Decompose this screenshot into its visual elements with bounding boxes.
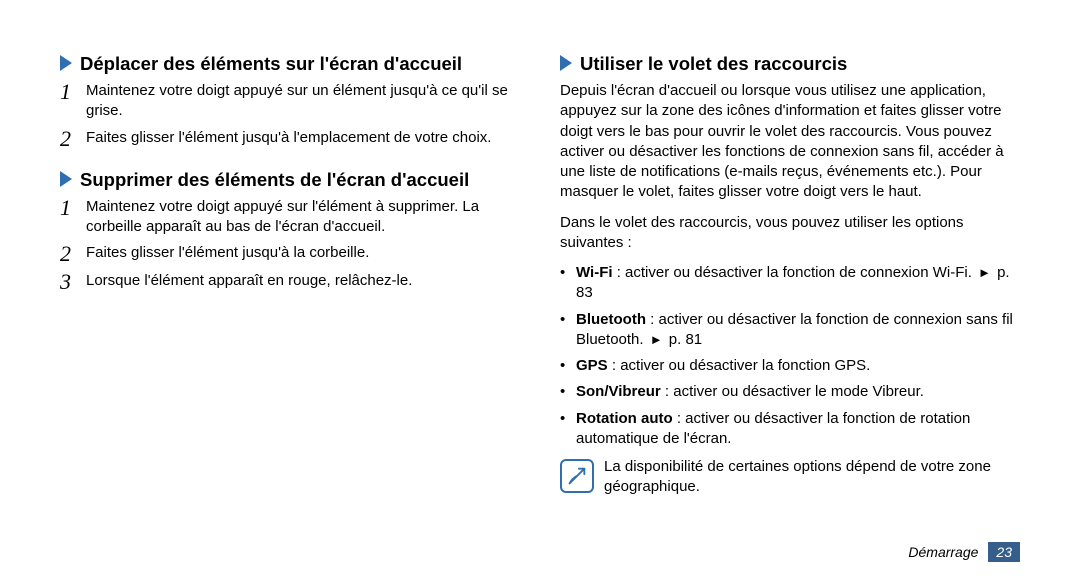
step-row: 2 Faites glisser l'élément jusqu'à la co… xyxy=(60,243,520,265)
page-footer: Démarrage 23 xyxy=(908,542,1020,562)
step-text: Maintenez votre doigt appuyé sur un élém… xyxy=(86,81,520,122)
step-number: 2 xyxy=(60,243,86,265)
option-label: Bluetooth xyxy=(576,311,646,328)
step-row: 1 Maintenez votre doigt appuyé sur l'élé… xyxy=(60,197,520,238)
option-label: Rotation auto xyxy=(576,410,673,427)
step-row: 2 Faites glisser l'élément jusqu'à l'emp… xyxy=(60,128,520,150)
section-heading-remove: Supprimer des éléments de l'écran d'accu… xyxy=(60,168,520,191)
step-text: Lorsque l'élément apparaît en rouge, rel… xyxy=(86,271,520,291)
options-list: Wi-Fi : activer ou désactiver la fonctio… xyxy=(560,263,1020,449)
chevron-icon xyxy=(60,171,72,187)
lead-paragraph: Dans le volet des raccourcis, vous pouve… xyxy=(560,213,1020,254)
note-block: La disponibilité de certaines options dé… xyxy=(560,457,1020,498)
list-item: GPS : activer ou désactiver la fonction … xyxy=(560,356,1020,376)
list-item: Rotation auto : activer ou désactiver la… xyxy=(560,409,1020,450)
option-label: Son/Vibreur xyxy=(576,383,661,400)
step-number: 1 xyxy=(60,81,86,103)
option-label: GPS xyxy=(576,357,608,374)
note-text: La disponibilité de certaines options dé… xyxy=(604,457,1020,498)
page-ref: p. 81 xyxy=(669,331,702,348)
list-item: Son/Vibreur : activer ou désactiver le m… xyxy=(560,382,1020,402)
ref-arrow-icon: ► xyxy=(650,331,663,349)
step-number: 2 xyxy=(60,128,86,150)
list-item: Bluetooth : activer ou désactiver la fon… xyxy=(560,310,1020,351)
heading-text: Déplacer des éléments sur l'écran d'accu… xyxy=(80,52,462,75)
chevron-icon xyxy=(560,55,572,71)
option-desc: : activer ou désactiver la fonction GPS. xyxy=(608,357,871,374)
note-icon xyxy=(560,459,594,493)
heading-text: Supprimer des éléments de l'écran d'accu… xyxy=(80,168,469,191)
intro-paragraph: Depuis l'écran d'accueil ou lorsque vous… xyxy=(560,81,1020,203)
option-desc: : activer ou désactiver la fonction de c… xyxy=(613,264,977,281)
list-item: Wi-Fi : activer ou désactiver la fonctio… xyxy=(560,263,1020,304)
heading-text: Utiliser le volet des raccourcis xyxy=(580,52,847,75)
footer-chapter: Démarrage xyxy=(908,544,978,560)
step-text: Faites glisser l'élément jusqu'à l'empla… xyxy=(86,128,520,148)
left-column: Déplacer des éléments sur l'écran d'accu… xyxy=(60,52,520,498)
step-number: 3 xyxy=(60,271,86,293)
chevron-icon xyxy=(60,55,72,71)
option-label: Wi-Fi xyxy=(576,264,613,281)
step-number: 1 xyxy=(60,197,86,219)
ref-arrow-icon: ► xyxy=(978,264,991,282)
right-column: Utiliser le volet des raccourcis Depuis … xyxy=(560,52,1020,498)
step-text: Maintenez votre doigt appuyé sur l'éléme… xyxy=(86,197,520,238)
section-heading-shortcuts: Utiliser le volet des raccourcis xyxy=(560,52,1020,75)
step-text: Faites glisser l'élément jusqu'à la corb… xyxy=(86,243,520,263)
footer-page-number: 23 xyxy=(988,542,1020,562)
section-heading-move: Déplacer des éléments sur l'écran d'accu… xyxy=(60,52,520,75)
step-row: 1 Maintenez votre doigt appuyé sur un él… xyxy=(60,81,520,122)
step-row: 3 Lorsque l'élément apparaît en rouge, r… xyxy=(60,271,520,293)
option-desc: : activer ou désactiver le mode Vibreur. xyxy=(661,383,924,400)
